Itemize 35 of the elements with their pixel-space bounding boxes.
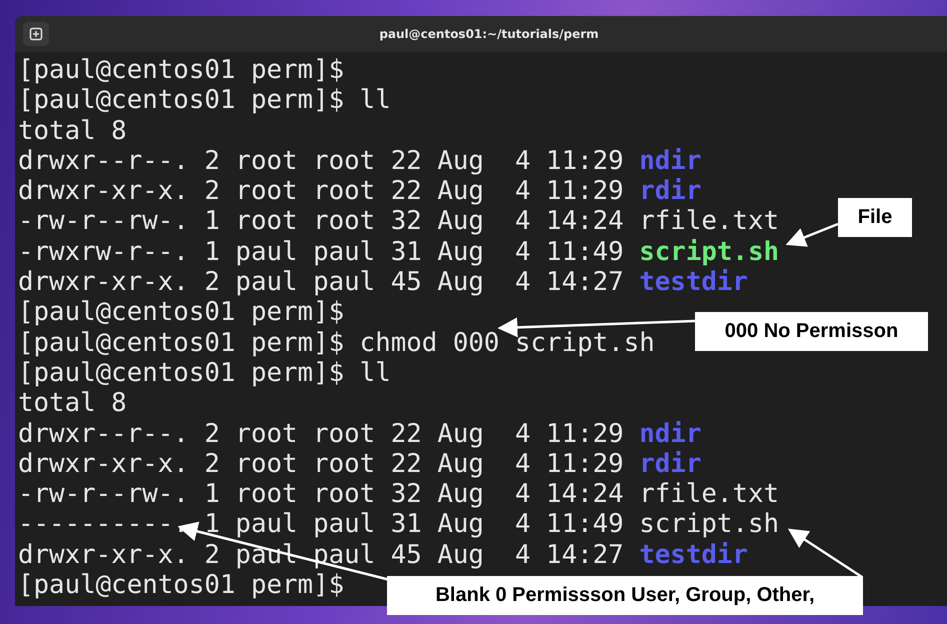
terminal-line: drwxr--r--. 2 root root 22 Aug 4 11:29 — [18, 418, 625, 449]
terminal-line: ----------. 1 paul paul 31 Aug 4 11:49 — [18, 509, 625, 540]
file-name: script.sh — [639, 509, 780, 540]
new-tab-button[interactable] — [23, 22, 49, 46]
terminal-line: drwxr-xr-x. 2 root root 22 Aug 4 11:29 — [18, 176, 625, 206]
file-name: testdir — [639, 267, 748, 298]
terminal-line: total 8 — [18, 116, 127, 146]
terminal-line: [paul@centos01 perm]$ — [18, 570, 344, 600]
file-name: ndir — [639, 146, 702, 176]
file-name: script.sh — [639, 236, 780, 267]
terminal-line: [paul@centos01 perm]$ ll — [18, 358, 391, 388]
callout-label: File — [838, 198, 912, 237]
arrow — [786, 222, 838, 247]
file-name: rfile.txt — [639, 206, 780, 236]
file-name: rdir — [639, 176, 702, 206]
window-title: paul@centos01:~/tutorials/perm — [378, 27, 600, 41]
terminal-line: [paul@centos01 perm]$ — [18, 55, 344, 85]
terminal-line: drwxr-xr-x. 2 paul paul 45 Aug 4 14:27 — [18, 267, 625, 298]
terminal-line: drwxr-xr-x. 2 paul paul 45 Aug 4 14:27 — [18, 540, 625, 570]
file-name: rfile.txt — [639, 479, 780, 510]
terminal-line: [paul@centos01 perm]$ ll — [18, 85, 391, 116]
callout-label: 000 No Permisson — [695, 312, 928, 351]
callout-label: Blank 0 Permissson User, Group, Other, — [387, 576, 863, 615]
terminal-line: -rw-r--rw-. 1 root root 32 Aug 4 14:24 — [18, 479, 625, 510]
file-name: testdir — [639, 540, 748, 570]
terminal-line: drwxr-xr-x. 2 root root 22 Aug 4 11:29 — [18, 448, 625, 479]
terminal-line: drwxr--r--. 2 root root 22 Aug 4 11:29 — [18, 146, 625, 176]
new-tab-icon — [29, 27, 43, 41]
terminal-line: total 8 — [18, 388, 127, 418]
terminal-line: [paul@centos01 perm]$ — [18, 297, 344, 328]
file-name: rdir — [639, 448, 702, 479]
terminal-line: -rw-r--rw-. 1 root root 32 Aug 4 14:24 — [18, 206, 625, 236]
terminal-line: [paul@centos01 perm]$ chmod 000 script.sh — [18, 328, 655, 358]
terminal-line: -rwxrw-r--. 1 paul paul 31 Aug 4 11:49 — [18, 236, 625, 267]
file-name: ndir — [639, 418, 702, 449]
